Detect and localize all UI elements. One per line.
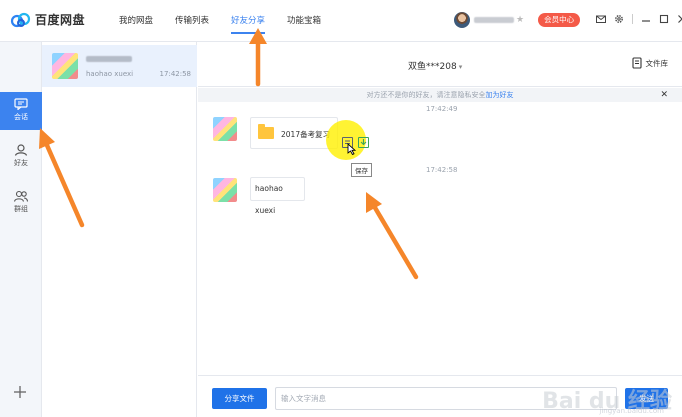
folder-icon — [258, 124, 274, 139]
share-file-button[interactable]: 分享文件 — [212, 388, 267, 409]
chat-title-text: 双鱼***208 — [408, 62, 457, 72]
message-time: 17:42:58 — [426, 166, 458, 174]
file-library-icon — [631, 57, 642, 69]
stranger-notice: 对方还不是你的好友，请注意隐私安全加为好友 ✕ — [198, 88, 682, 102]
title-bar: 百度网盘 我的网盘 传输列表 好友分享 功能宝箱 ★ 会员中心 — [0, 0, 682, 42]
download-icon[interactable] — [358, 137, 369, 148]
file-library-label: 文件库 — [645, 58, 669, 68]
nav-my-disk[interactable]: 我的网盘 — [108, 0, 164, 42]
chat-panel: 双鱼***208 ▾ 文件库 对方还不是你的好友，请注意隐私安全加为好友 ✕ 17… — [198, 42, 682, 417]
file-message[interactable]: 2017备考复习 — [250, 117, 338, 149]
mouse-cursor-icon — [347, 143, 356, 155]
conversation-list: haohao xuexi 17:42:58 — [42, 42, 197, 417]
save-tooltip: 保存 — [351, 163, 372, 177]
message-time: 17:42:49 — [426, 105, 458, 113]
window-separator — [632, 14, 633, 24]
last-message: haohao xuexi — [86, 70, 134, 78]
text-message: haohao xuexi — [250, 177, 305, 215]
star-icon: ★ — [516, 15, 525, 25]
avatar[interactable] — [454, 12, 470, 28]
maximize-icon[interactable] — [659, 14, 669, 24]
rail-item-label: 群组 — [14, 205, 28, 213]
user-name-blurred[interactable] — [474, 17, 514, 23]
close-icon[interactable] — [677, 14, 682, 24]
file-library-button[interactable]: 文件库 — [631, 57, 669, 69]
nav-toolbox[interactable]: 功能宝箱 — [276, 0, 332, 42]
nav-transfer-list[interactable]: 传输列表 — [164, 0, 220, 42]
rail-item-friend[interactable]: 好友 — [0, 138, 42, 176]
plus-icon[interactable] — [13, 384, 27, 403]
mail-icon[interactable] — [596, 14, 606, 24]
rail-item-label: 好友 — [14, 159, 28, 167]
sender-avatar — [213, 117, 237, 141]
app-name: 百度网盘 — [35, 13, 86, 27]
sender-avatar — [213, 178, 237, 202]
rail-item-label: 会话 — [14, 113, 28, 121]
baidu-cloud-logo-icon — [10, 12, 31, 27]
nav-friend-share[interactable]: 好友分享 — [220, 0, 276, 42]
minimize-icon[interactable] — [641, 14, 651, 24]
user-area: ★ 会员中心 — [454, 12, 581, 28]
add-friend-link[interactable]: 加为好友 — [486, 91, 514, 99]
window-tools — [596, 14, 682, 24]
watermark-url: jingyan.baidu.com — [599, 407, 664, 415]
group-icon — [14, 190, 28, 202]
rail-item-session[interactable]: 会话 — [0, 92, 42, 130]
notice-text: 对方还不是你的好友，请注意隐私安全 — [366, 91, 486, 99]
main-nav: 我的网盘 传输列表 好友分享 功能宝箱 — [108, 0, 332, 42]
contact-avatar — [52, 53, 78, 79]
chat-icon — [14, 98, 28, 110]
gear-icon[interactable] — [614, 14, 624, 24]
chat-title[interactable]: 双鱼***208 ▾ — [408, 59, 462, 72]
friend-icon — [14, 144, 28, 156]
rail-item-group[interactable]: 群组 — [0, 184, 42, 222]
vip-center-button[interactable]: 会员中心 — [538, 13, 581, 27]
chevron-down-icon: ▾ — [458, 63, 463, 71]
chat-header: 双鱼***208 ▾ 文件库 — [198, 42, 682, 87]
close-notice-icon[interactable]: ✕ — [660, 88, 668, 102]
list-item[interactable]: haohao xuexi 17:42:58 — [42, 45, 197, 87]
last-message-time: 17:42:58 — [159, 70, 191, 78]
contact-name-blurred — [86, 56, 132, 62]
app-logo: 百度网盘 — [10, 11, 85, 28]
left-rail: 会话 好友 群组 — [0, 42, 42, 417]
file-name: 2017备考复习 — [281, 130, 331, 139]
